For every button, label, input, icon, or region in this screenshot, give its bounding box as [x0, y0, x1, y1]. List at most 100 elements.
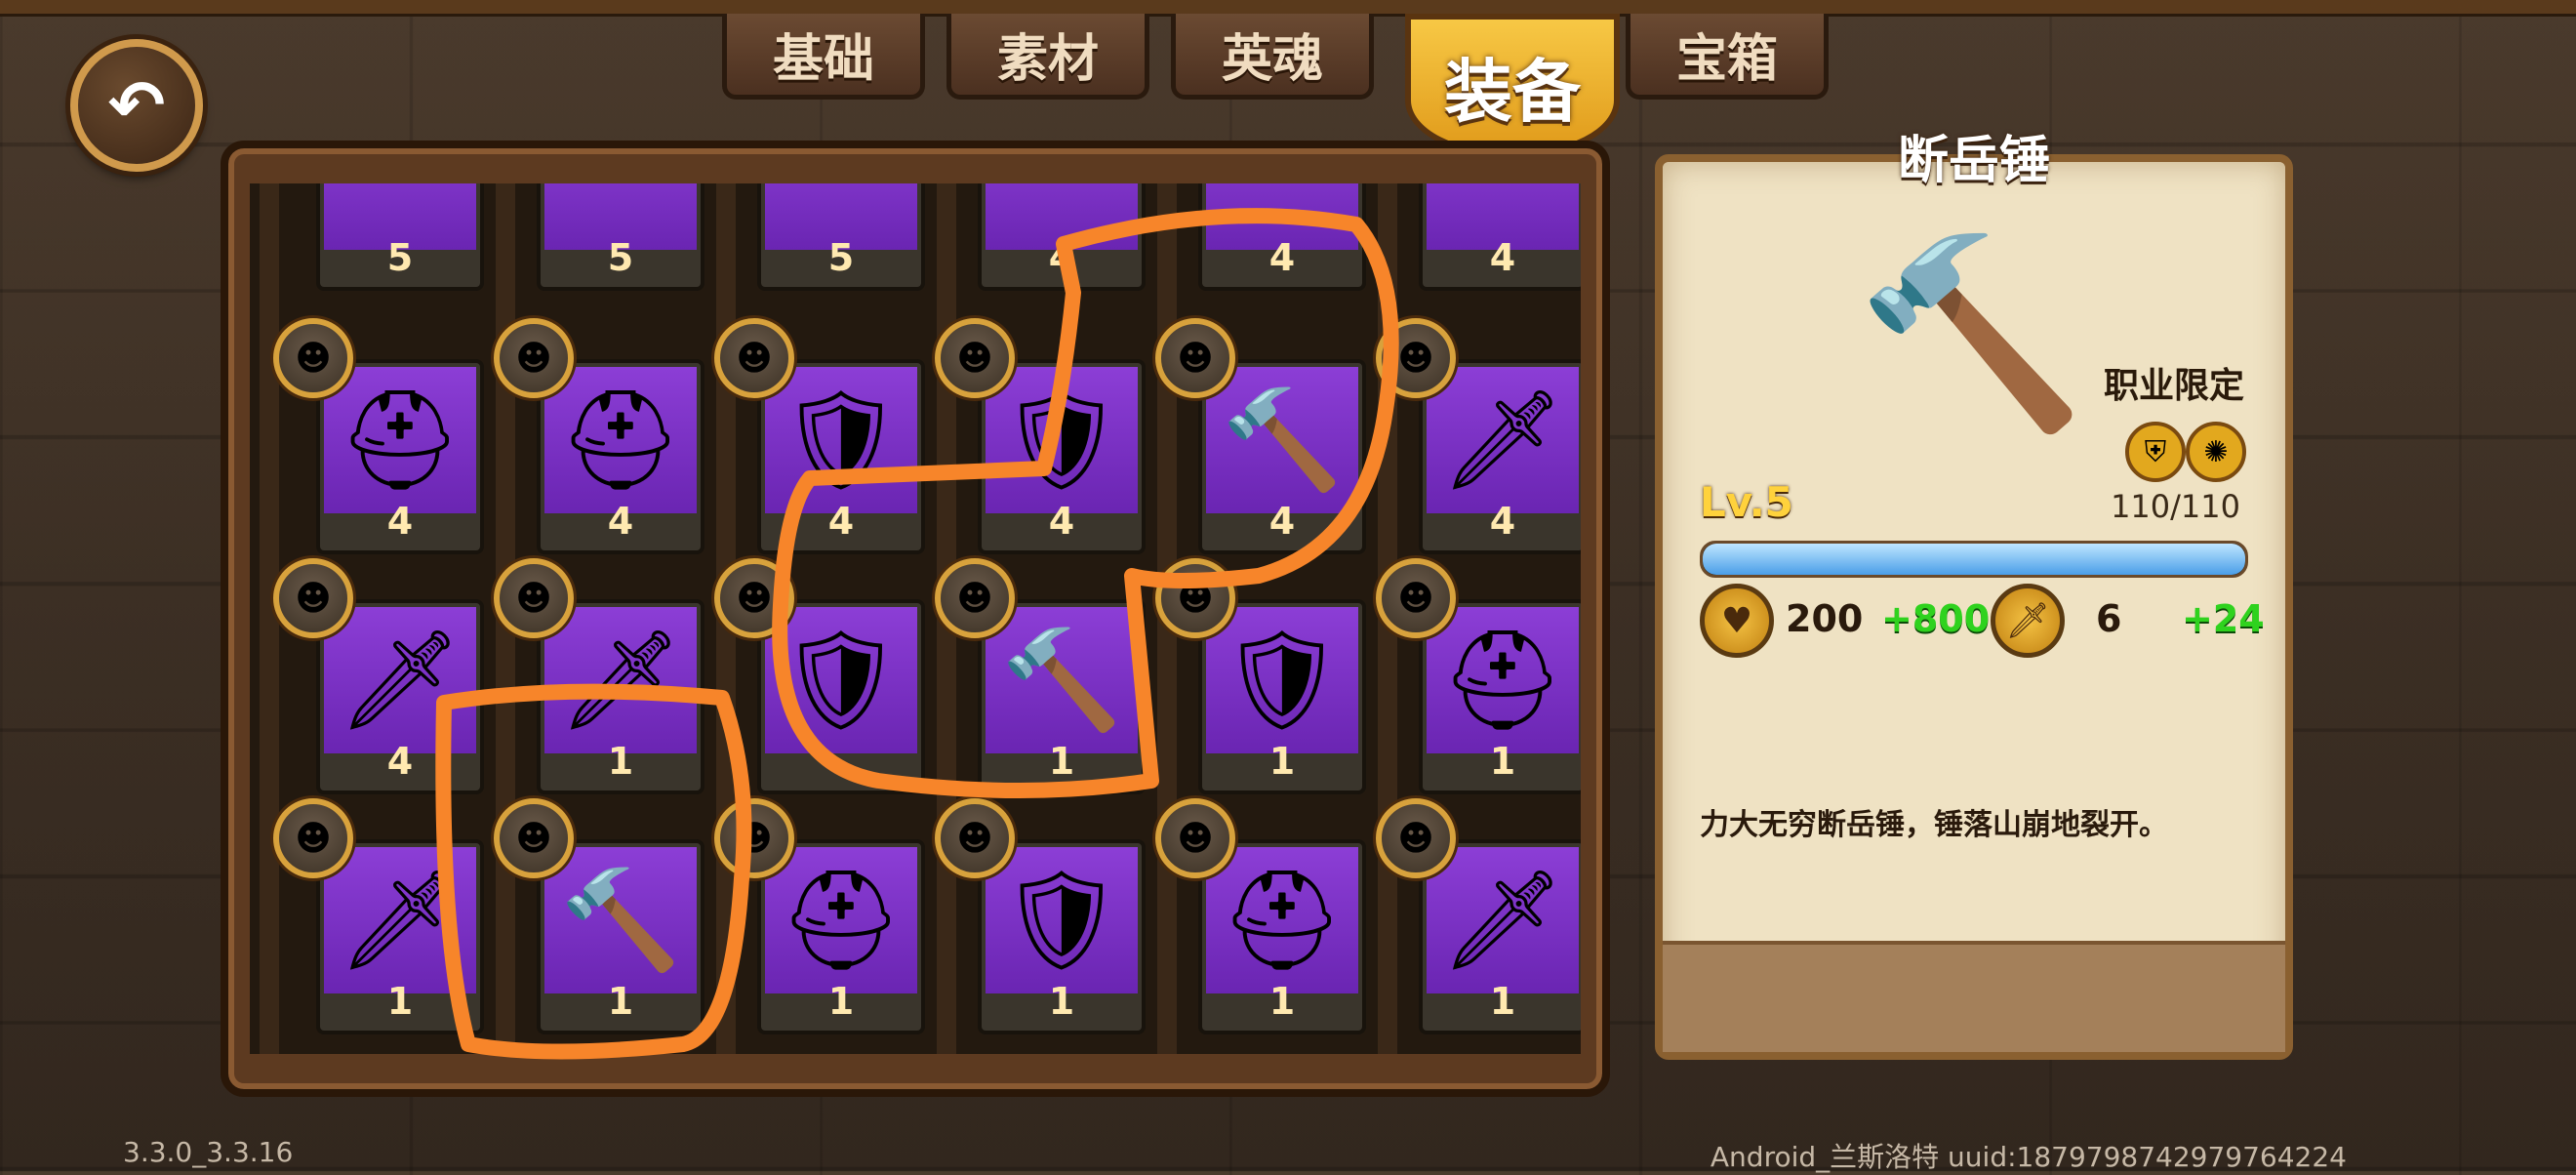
dwarf-badge-icon: ☻: [1155, 318, 1235, 398]
item-count: 1: [827, 980, 855, 1023]
item-count: 1: [1268, 980, 1296, 1023]
item-count: 4: [827, 500, 855, 543]
equipment-card[interactable]: 🛡 4: [757, 359, 925, 554]
hp-value: 200: [1786, 597, 1864, 640]
tab-equipment[interactable]: 装备: [1405, 14, 1620, 158]
rider-badge-icon: ☻: [273, 798, 353, 878]
heart-icon: ♥: [1700, 584, 1774, 658]
item-count: 1: [607, 740, 634, 783]
equipment-card[interactable]: 4: [1419, 183, 1581, 291]
hp-bonus: +800: [1881, 597, 1991, 640]
item-count: 4: [1268, 500, 1296, 543]
knight-badge-icon: ☻: [494, 318, 574, 398]
item-count: 5: [827, 236, 855, 279]
armor-icon: 🛡: [1206, 607, 1358, 753]
dwarf-badge-icon: ☻: [935, 798, 1015, 878]
item-count: 1: [386, 980, 414, 1023]
item-exp: 110/110: [2111, 488, 2240, 525]
helmet-icon: ⛑: [544, 367, 697, 513]
item-title: 断岳锤: [1897, 132, 2050, 190]
tab-materials[interactable]: 素材: [946, 14, 1149, 100]
equipment-card[interactable]: ⛑ 1: [1198, 839, 1366, 1034]
equipment-card[interactable]: 5: [316, 183, 484, 291]
dwarf-badge-icon: ☻: [935, 558, 1015, 638]
sword-icon: 🗡: [324, 607, 476, 753]
item-level: Lv.5: [1700, 478, 1793, 526]
item-count: 4: [386, 740, 414, 783]
equipment-card[interactable]: 🗡 4: [1419, 359, 1581, 554]
item-count: 1: [1489, 740, 1516, 783]
equipment-card[interactable]: 🛡 1: [1198, 599, 1366, 794]
item-count: 5: [607, 236, 634, 279]
equipment-card[interactable]: ⛑ 1: [757, 839, 925, 1034]
item-count: 4: [386, 500, 414, 543]
exp-bar: [1700, 541, 2248, 578]
equipment-card[interactable]: 🔨 1: [537, 839, 704, 1034]
version-label: 3.3.0_3.3.16: [123, 1136, 294, 1168]
rider-badge-icon: ☻: [494, 558, 574, 638]
knight-badge-icon: ☻: [1376, 798, 1456, 878]
item-count: 1: [1048, 980, 1075, 1023]
dwarf-badge-icon: ☻: [494, 798, 574, 878]
archer-badge-icon: ☻: [1155, 558, 1235, 638]
equipment-card[interactable]: 🗡 1: [1419, 839, 1581, 1034]
back-button[interactable]: ↶: [70, 39, 203, 172]
helmet-icon: ⛑: [324, 367, 476, 513]
equipment-card[interactable]: 5: [757, 183, 925, 291]
tab-chests[interactable]: 宝箱: [1626, 14, 1829, 100]
grid-divider: [260, 183, 279, 1054]
category-tabs: 基础 素材 英魂 宝箱 装备: [722, 14, 1854, 158]
armor-icon: 🛡: [765, 607, 917, 753]
helmet-icon: ⛑: [1206, 847, 1358, 993]
item-description: 力大无穷断岳锤，锤落山崩地裂开。: [1700, 808, 2168, 842]
knight-badge-icon: ☻: [273, 558, 353, 638]
hammer-icon: 🔨: [544, 847, 697, 993]
sword-icon: 🗡: [544, 607, 697, 753]
item-count: 1: [1268, 740, 1296, 783]
helmet-icon: ⛑: [1427, 607, 1579, 753]
equipment-card[interactable]: 🗡 1: [537, 599, 704, 794]
item-count: 1: [1489, 980, 1516, 1023]
equipment-card[interactable]: 🛡 4: [978, 359, 1146, 554]
hammer-icon: 🔨: [1855, 224, 2087, 441]
equipment-card[interactable]: 🗡 4: [316, 599, 484, 794]
item-count: 4: [1048, 500, 1075, 543]
hammer-icon: 🔨: [1206, 367, 1358, 513]
knight-badge-icon: ☻: [714, 318, 794, 398]
item-count: 4: [1268, 236, 1296, 279]
knight-badge-icon: ☻: [935, 318, 1015, 398]
item-count: 1: [607, 980, 634, 1023]
sword-stat-icon: 🗡: [1991, 584, 2065, 658]
equipment-card[interactable]: 🔨 1: [978, 599, 1146, 794]
tab-basic[interactable]: 基础: [722, 14, 925, 100]
equipment-card[interactable]: 4: [1198, 183, 1366, 291]
item-count: 4: [1489, 500, 1516, 543]
sword-icon: 🗡: [1427, 847, 1579, 993]
back-arrow-icon: ↶: [107, 65, 166, 145]
sword-icon: 🗡: [1427, 367, 1579, 513]
item-count: 4: [1048, 236, 1075, 279]
equipment-panel: 5 5 5 4 4 4 ⛑ 4 ☻ ⛑ 4 ☻ 🛡 4 ☻ 🛡 4 ☻ 🔨 4 ☻ 🗡 4 ☻ 🗡 4 ☻ 🗡 1 ☻ 🛡 ☻ 🔨 1 ☻ 🛡 1 ☻ ⛑ 1…: [221, 141, 1610, 1097]
equipment-card[interactable]: 🛡: [757, 599, 925, 794]
equipment-card[interactable]: ⛑ 4: [316, 359, 484, 554]
tab-hero-souls[interactable]: 英魂: [1171, 14, 1374, 100]
hammer-icon: 🔨: [986, 607, 1138, 753]
equipment-card[interactable]: 🔨 4: [1198, 359, 1366, 554]
equipment-card[interactable]: 4: [978, 183, 1146, 291]
detail-footer: [1663, 941, 2285, 1052]
equipment-card[interactable]: 🗡 1: [316, 839, 484, 1034]
equipment-card[interactable]: 🛡 1: [978, 839, 1146, 1034]
knight-badge-icon: ☻: [714, 558, 794, 638]
equipment-card[interactable]: ⛑ 4: [537, 359, 704, 554]
equipment-card[interactable]: ⛑ 1: [1419, 599, 1581, 794]
knight-badge-icon: ☻: [273, 318, 353, 398]
equipment-grid[interactable]: 5 5 5 4 4 4 ⛑ 4 ☻ ⛑ 4 ☻ 🛡 4 ☻ 🛡 4 ☻ 🔨 4 ☻ 🗡 4 ☻ 🗡 4 ☻ 🗡 1 ☻ 🛡 ☻ 🔨 1 ☻ 🛡 1 ☻ ⛑ 1…: [250, 183, 1581, 1054]
armor-icon: 🛡: [765, 367, 917, 513]
shield-class-icon: ⛨: [2125, 422, 2186, 482]
item-count: 1: [1048, 740, 1075, 783]
equipment-card[interactable]: 5: [537, 183, 704, 291]
exp-bar-fill: [1703, 544, 2245, 575]
dwarf-badge-icon: ☻: [1155, 798, 1235, 878]
helmet-icon: ⛑: [765, 847, 917, 993]
item-count: 4: [607, 500, 634, 543]
